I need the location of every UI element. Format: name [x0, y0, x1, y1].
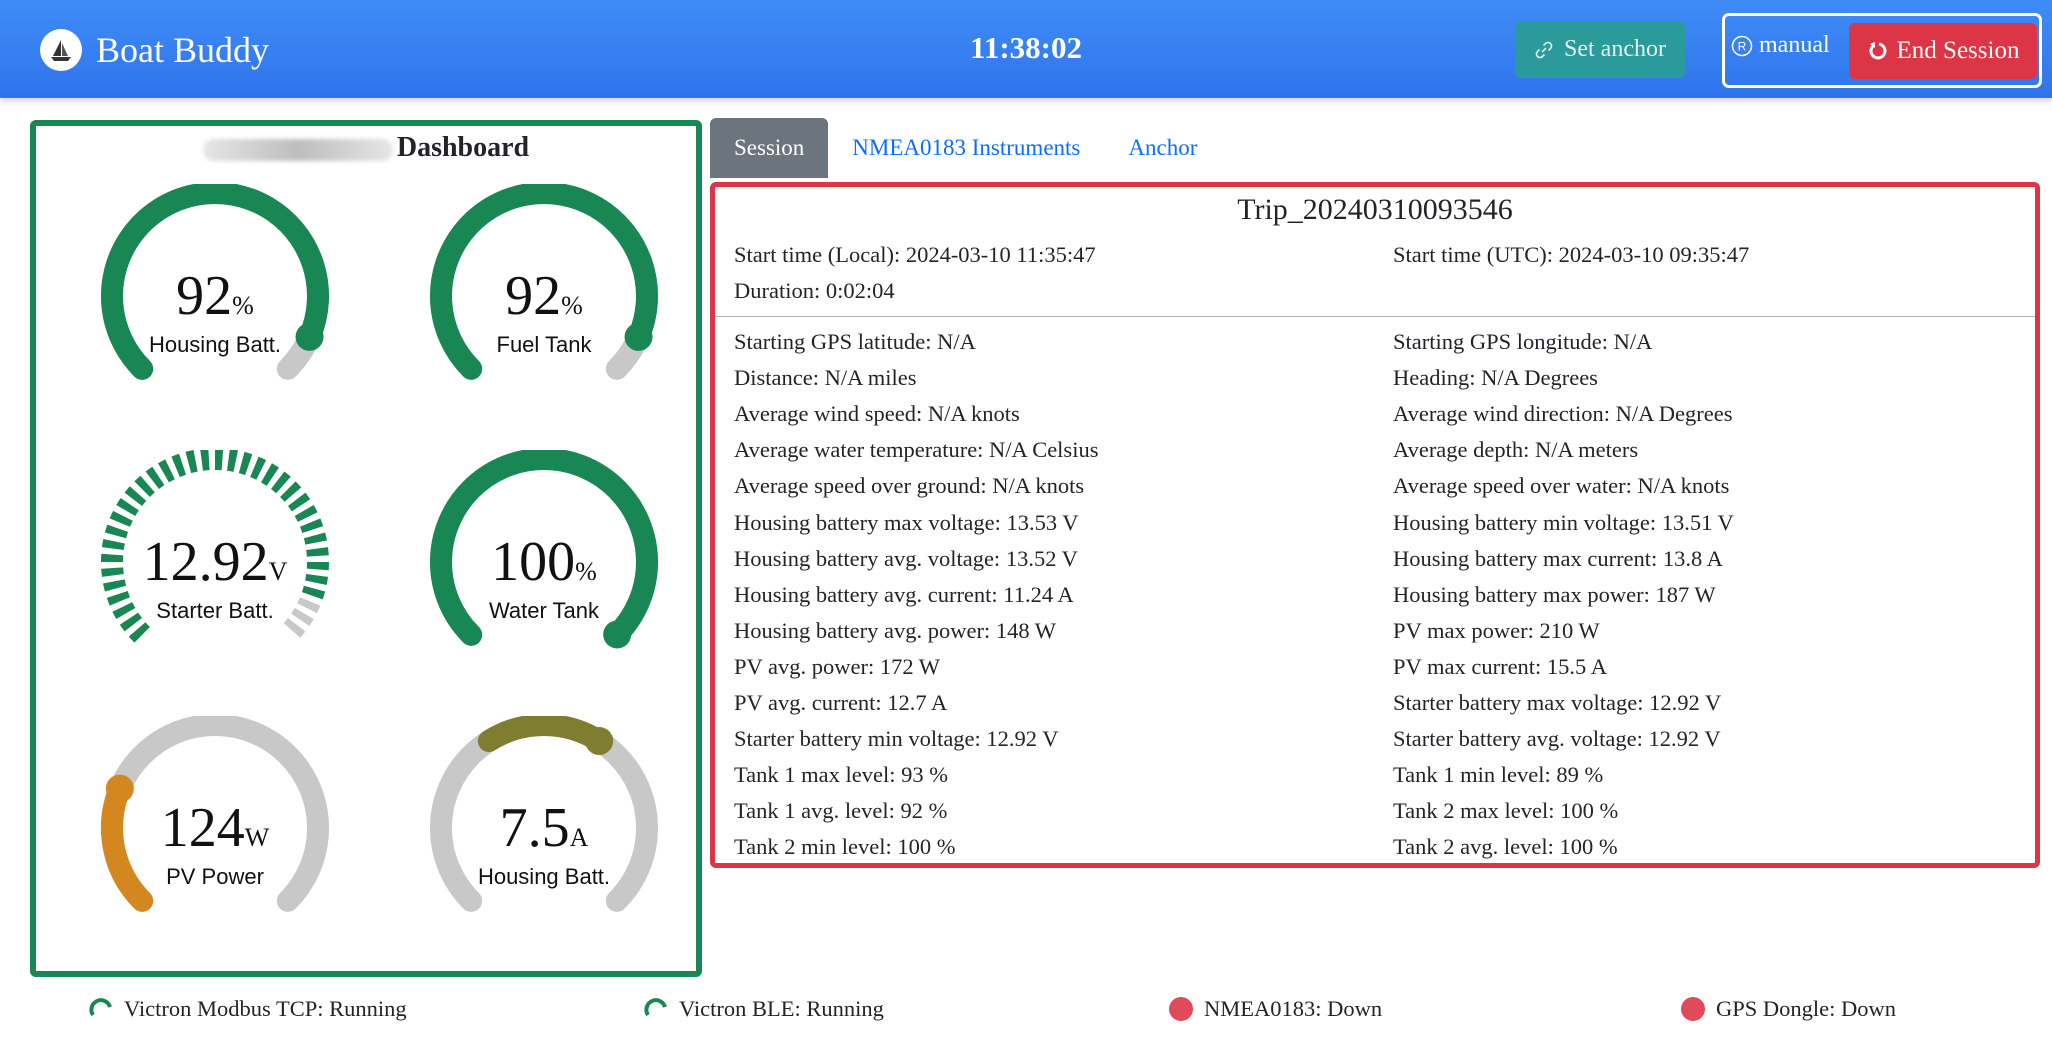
manual-mode-label: manual — [1759, 32, 1830, 58]
service-status-victron-ble: Victron BLE: Running — [643, 996, 884, 1022]
service-status-nmea0183: NMEA0183: Down — [1168, 996, 1382, 1022]
session-stat: Average speed over water: N/A knots — [1393, 473, 1730, 498]
dashboard-title: Dashboard — [36, 132, 696, 164]
gauge-label: Fuel Tank — [496, 332, 592, 357]
end-session-button[interactable]: End Session — [1849, 23, 2037, 79]
status-dot-icon — [1681, 997, 1705, 1021]
service-status-bar: Victron Modbus TCP: Running Victron BLE:… — [0, 996, 2052, 1036]
tab-session[interactable]: Session — [710, 118, 829, 178]
session-stat: Tank 2 min level: 100 % — [734, 834, 956, 859]
session-stat: Housing battery min voltage: 13.51 V — [1393, 510, 1734, 535]
gauge-starter-battery: 12.92V Starter Batt. — [90, 450, 340, 660]
gauge-housing-battery-current: 7.5A Housing Batt. — [419, 716, 669, 926]
service-status-victron-modbus: Victron Modbus TCP: Running — [88, 996, 407, 1022]
end-session-label: End Session — [1896, 37, 2020, 64]
session-stat: Housing battery avg. power: 148 W — [734, 618, 1057, 643]
session-controls: R manual End Session — [1722, 13, 2042, 88]
session-stat: Tank 1 min level: 89 % — [1393, 762, 1604, 787]
session-stat: Tank 2 max level: 100 % — [1393, 798, 1619, 823]
session-stat: Distance: N/A miles — [734, 365, 917, 390]
start-time-utc: Start time (UTC): 2024-03-10 09:35:47 — [1393, 242, 1750, 267]
session-stat: Average speed over ground: N/A knots — [734, 473, 1085, 498]
session-stat: Average depth: N/A meters — [1393, 437, 1639, 462]
session-stat: Housing battery max current: 13.8 A — [1393, 546, 1723, 571]
redacted-boat-name — [202, 138, 393, 161]
session-stat: Housing battery max voltage: 13.53 V — [734, 510, 1079, 535]
gauge-pv-power: 124W PV Power — [90, 716, 340, 926]
set-anchor-label: Set anchor — [1564, 36, 1666, 62]
session-stat: Tank 1 max level: 93 % — [734, 762, 948, 787]
service-label: NMEA0183: Down — [1204, 996, 1383, 1021]
spinner-icon — [644, 998, 667, 1017]
session-stat: Housing battery avg. current: 11.24 A — [734, 582, 1074, 607]
gauge-value: 124W — [160, 797, 270, 859]
registered-mode-icon: R — [1731, 35, 1753, 56]
session-stat: Average wind direction: N/A Degrees — [1393, 401, 1733, 426]
service-label: GPS Dongle: Down — [1716, 996, 1897, 1021]
gauge-water-tank: 100% Water Tank — [419, 450, 669, 660]
gauge-label: Housing Batt. — [477, 864, 611, 889]
gauge-housing-battery-soc: 92% Housing Batt. — [90, 184, 340, 394]
session-stat: Tank 2 avg. level: 100 % — [1393, 834, 1618, 859]
gauge-label: Water Tank — [488, 598, 600, 623]
session-stat: PV avg. power: 172 W — [734, 654, 941, 679]
top-navbar: Boat Buddy 11:38:02 Set anchor R manual … — [0, 0, 2052, 98]
session-stat: Starting GPS longitude: N/A — [1393, 329, 1653, 354]
session-stat: Housing battery max power: 187 W — [1393, 582, 1716, 607]
gauge-value: 92% — [176, 265, 254, 327]
session-stat: PV max current: 15.5 A — [1393, 654, 1607, 679]
session-stat: PV max power: 210 W — [1393, 618, 1600, 643]
service-status-gps-dongle: GPS Dongle: Down — [1680, 996, 1896, 1022]
session-stat: Average water temperature: N/A Celsius — [734, 437, 1099, 462]
session-stat: Tank 1 avg. level: 92 % — [734, 798, 948, 823]
tab-anchor[interactable]: Anchor — [1104, 118, 1221, 178]
set-anchor-button[interactable]: Set anchor — [1515, 21, 1685, 78]
gauge-value: 92% — [505, 265, 583, 327]
session-stat: Starting GPS latitude: N/A — [734, 329, 976, 354]
gauge-label: Starter Batt. — [156, 598, 274, 623]
spinner-icon — [89, 998, 112, 1017]
sailboat-logo-icon — [40, 29, 82, 71]
gauge-label: Housing Batt. — [148, 332, 282, 357]
brand[interactable]: Boat Buddy — [40, 29, 269, 71]
session-stat: Starter battery avg. voltage: 12.92 V — [1393, 726, 1721, 751]
gauge-label: PV Power — [166, 864, 264, 889]
manual-mode-toggle[interactable]: R manual — [1731, 32, 1830, 59]
session-stat: PV avg. current: 12.7 A — [734, 690, 948, 715]
app-name: Boat Buddy — [96, 30, 270, 70]
gauge-fuel-tank: 92% Fuel Tank — [419, 184, 669, 394]
service-label: Victron Modbus TCP: Running — [124, 996, 407, 1021]
tab-nmea0183-instruments[interactable]: NMEA0183 Instruments — [828, 118, 1104, 178]
service-label: Victron BLE: Running — [679, 996, 884, 1021]
session-stat: Housing battery avg. voltage: 13.52 V — [734, 546, 1078, 571]
start-time-local: Start time (Local): 2024-03-10 11:35:47 — [734, 242, 1096, 267]
gauge-value: 12.92V — [142, 531, 288, 593]
dashboard-panel: Dashboard 92% Housing Batt. 92% Fuel Tan… — [30, 120, 702, 977]
session-stat: Starter battery min voltage: 12.92 V — [734, 726, 1059, 751]
gauge-value: 100% — [491, 531, 597, 593]
dashboard-title-text: Dashboard — [396, 132, 530, 163]
trip-name: Trip_20240310093546 — [1237, 193, 1513, 226]
link-icon — [1535, 41, 1553, 58]
clock-display: 11:38:02 — [970, 30, 1082, 65]
section-divider — [715, 316, 2035, 317]
session-summary-panel: Trip_20240310093546 Start time (Local): … — [710, 182, 2040, 868]
session-duration: Duration: 0:02:04 — [734, 278, 895, 303]
restart-arrow-icon — [1869, 42, 1886, 60]
session-stat: Average wind speed: N/A knots — [734, 401, 1020, 426]
status-dot-icon — [1169, 997, 1193, 1021]
svg-text:R: R — [1738, 39, 1747, 53]
gauge-value: 7.5A — [499, 797, 589, 859]
tab-bar: Session NMEA0183 Instruments Anchor — [710, 118, 1221, 178]
session-stat: Heading: N/A Degrees — [1393, 365, 1598, 390]
session-stat: Starter battery max voltage: 12.92 V — [1393, 690, 1722, 715]
